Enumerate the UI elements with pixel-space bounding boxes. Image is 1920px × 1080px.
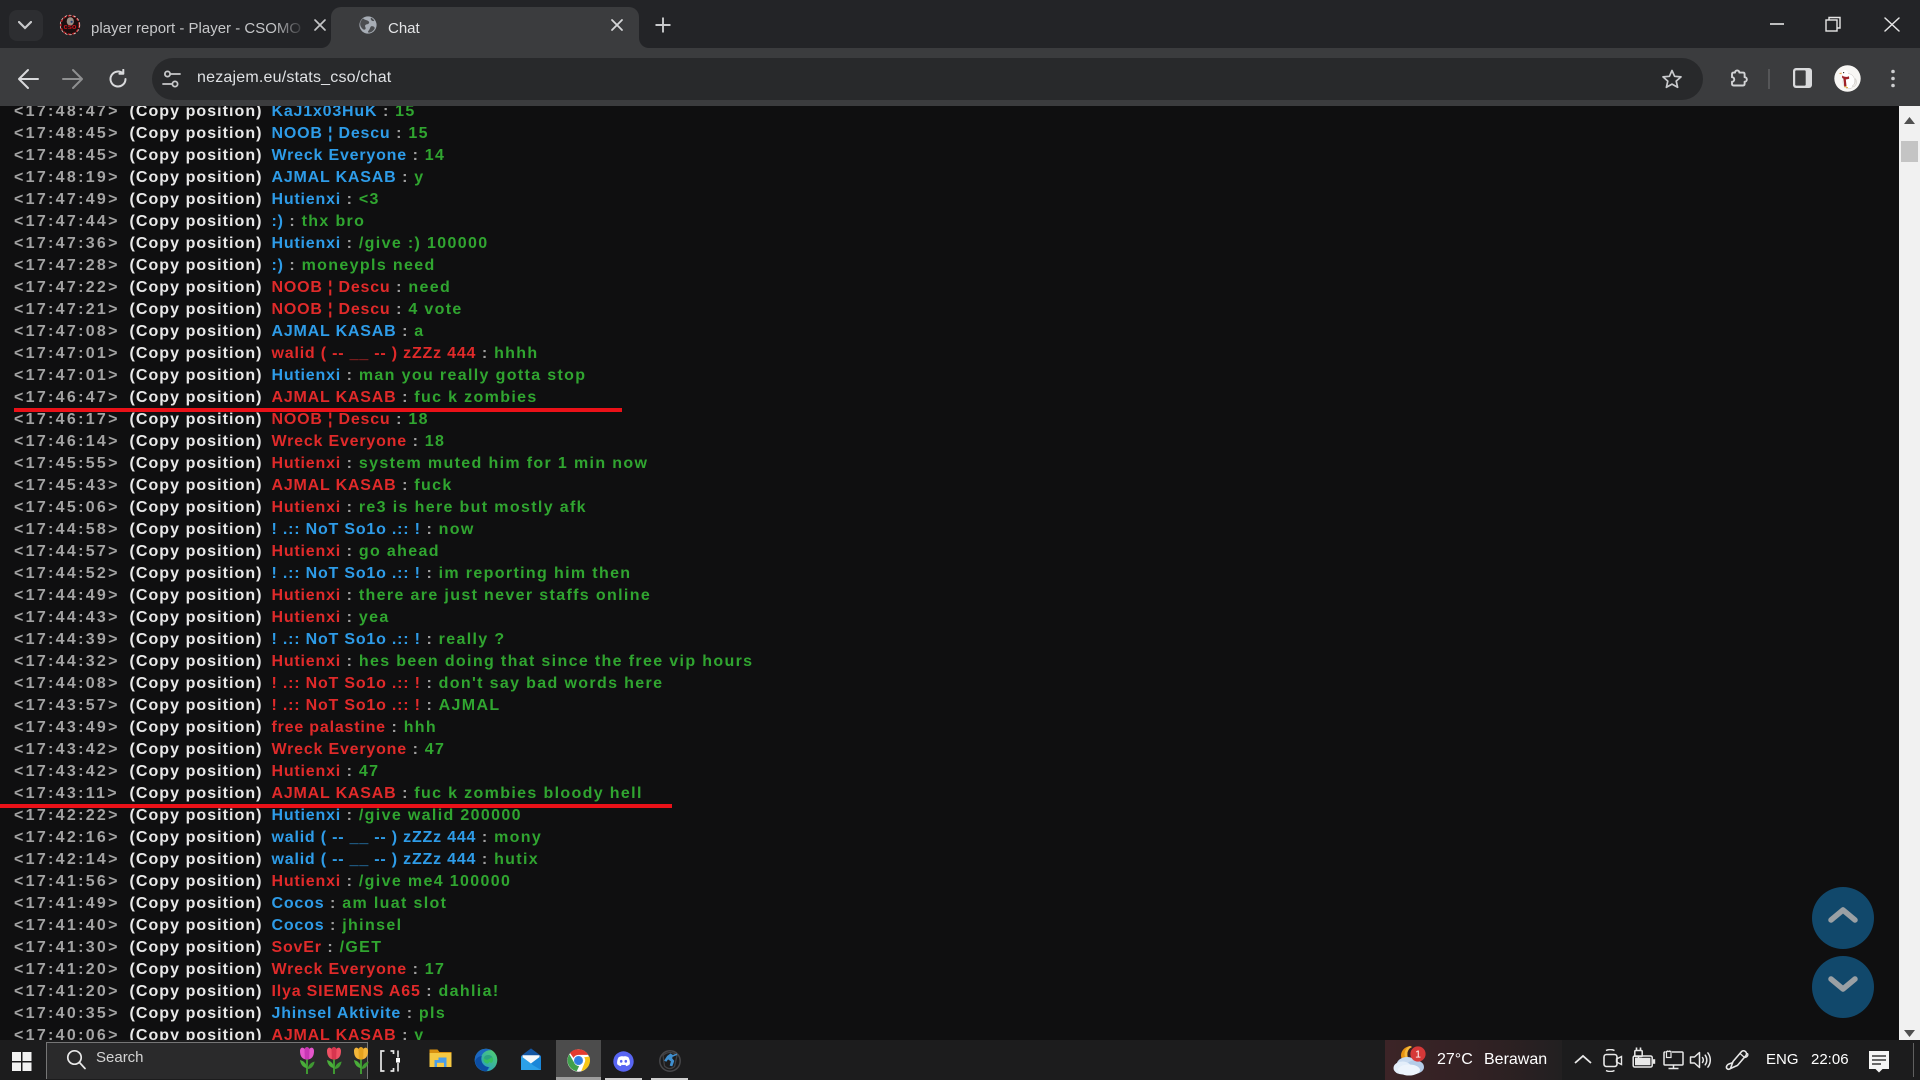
svg-text:cso: cso bbox=[64, 22, 77, 31]
svg-text:1: 1 bbox=[1415, 1049, 1421, 1061]
